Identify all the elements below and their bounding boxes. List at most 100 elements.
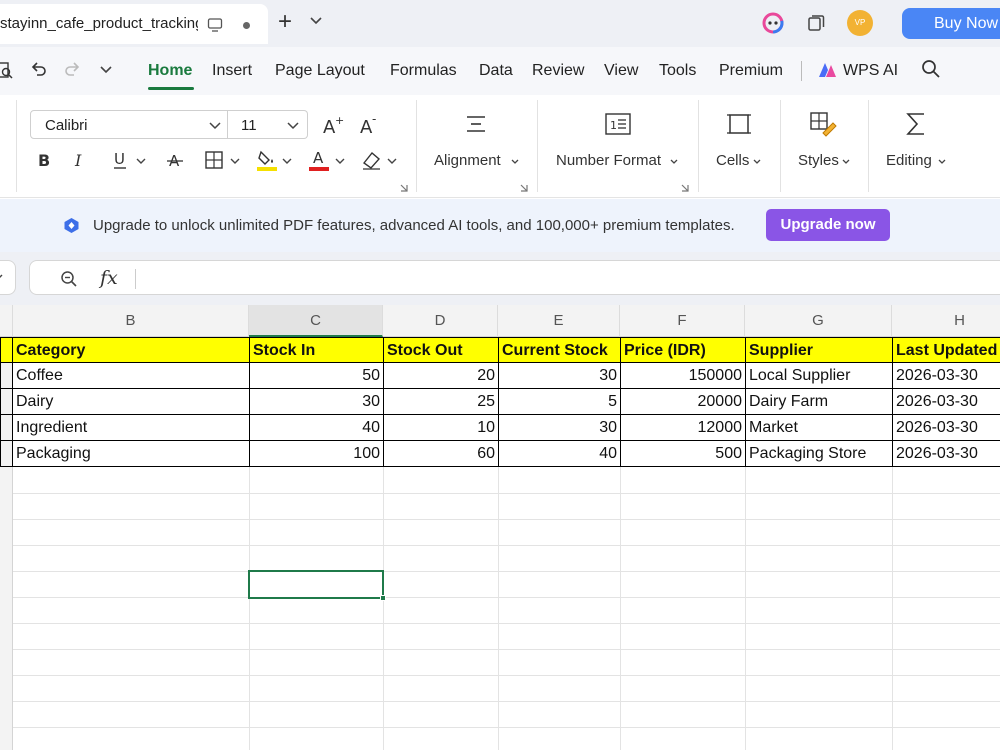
table-cell[interactable]: Dairy Farm bbox=[745, 389, 893, 415]
chevron-down-icon[interactable] bbox=[335, 158, 345, 165]
table-cell[interactable]: Packaging Store bbox=[745, 441, 893, 467]
table-cell[interactable]: 50 bbox=[249, 363, 384, 389]
print-preview-icon[interactable] bbox=[0, 60, 14, 80]
table-cell[interactable]: 2026-03-30 bbox=[892, 415, 1000, 441]
clear-format-eraser-icon[interactable] bbox=[360, 149, 382, 171]
table-cell[interactable]: 40 bbox=[498, 441, 621, 467]
bold-icon[interactable]: B bbox=[36, 151, 52, 169]
column-header-b[interactable]: B bbox=[13, 305, 249, 337]
header-cell-category[interactable]: Category bbox=[12, 337, 250, 363]
name-box[interactable] bbox=[0, 260, 16, 295]
header-cell-last-updated[interactable]: Last Updated bbox=[892, 337, 1000, 363]
styles-group-label[interactable]: Styles bbox=[798, 152, 839, 169]
column-header-g[interactable]: G bbox=[745, 305, 892, 337]
menu-wps-ai[interactable]: WPS AI bbox=[843, 62, 898, 80]
alignment-dialog-launcher-icon[interactable] bbox=[520, 184, 528, 192]
table-cell[interactable]: Coffee bbox=[12, 363, 250, 389]
table-cell[interactable]: 25 bbox=[383, 389, 499, 415]
increase-font-size-icon[interactable]: A + bbox=[322, 114, 344, 136]
chevron-down-icon[interactable] bbox=[136, 158, 146, 165]
menu-premium[interactable]: Premium bbox=[719, 62, 783, 80]
cells-icon[interactable] bbox=[726, 111, 752, 137]
borders-icon[interactable] bbox=[204, 150, 224, 170]
user-avatar[interactable]: VP bbox=[847, 10, 873, 36]
buy-now-button[interactable]: Buy Now bbox=[902, 8, 1000, 39]
column-header-f[interactable]: F bbox=[620, 305, 745, 337]
underline-icon[interactable]: U bbox=[112, 150, 128, 170]
chevron-down-icon[interactable] bbox=[230, 158, 240, 165]
table-cell[interactable]: 20000 bbox=[620, 389, 746, 415]
table-cell[interactable]: 30 bbox=[498, 363, 621, 389]
search-icon[interactable] bbox=[921, 59, 941, 79]
chevron-down-icon[interactable] bbox=[282, 158, 292, 165]
header-cell-supplier[interactable]: Supplier bbox=[745, 337, 893, 363]
number-format-group-label[interactable]: Number Format bbox=[556, 152, 661, 169]
alignment-group-label[interactable]: Alignment bbox=[434, 152, 501, 169]
unsaved-dot-icon[interactable] bbox=[243, 22, 250, 29]
header-cell-price[interactable]: Price (IDR) bbox=[620, 337, 746, 363]
styles-icon[interactable] bbox=[809, 111, 837, 137]
table-cell[interactable]: 30 bbox=[498, 415, 621, 441]
menu-data[interactable]: Data bbox=[479, 62, 513, 80]
column-header-h[interactable]: H bbox=[892, 305, 1000, 337]
table-cell[interactable]: 100 bbox=[249, 441, 384, 467]
table-cell[interactable]: 2026-03-30 bbox=[892, 363, 1000, 389]
font-dialog-launcher-icon[interactable] bbox=[400, 184, 408, 192]
quick-access-chevron-icon[interactable] bbox=[99, 65, 113, 75]
header-cell-stock-in[interactable]: Stock In bbox=[249, 337, 384, 363]
new-tab-plus-icon[interactable]: + bbox=[278, 10, 292, 34]
sum-sigma-icon[interactable] bbox=[904, 111, 928, 137]
table-cell[interactable]: 40 bbox=[249, 415, 384, 441]
menu-home[interactable]: Home bbox=[148, 62, 192, 80]
upgrade-now-button[interactable]: Upgrade now bbox=[766, 209, 890, 241]
column-header-a[interactable] bbox=[0, 305, 13, 337]
table-cell[interactable]: 20 bbox=[383, 363, 499, 389]
table-cell[interactable]: 10 bbox=[383, 415, 499, 441]
undo-icon[interactable] bbox=[29, 60, 47, 78]
number-format-dialog-launcher-icon[interactable] bbox=[681, 184, 689, 192]
fill-color-icon[interactable] bbox=[256, 148, 278, 172]
fill-handle[interactable] bbox=[380, 595, 386, 601]
font-name-dropdown[interactable]: Calibri bbox=[30, 110, 228, 139]
column-header-e[interactable]: E bbox=[498, 305, 620, 337]
column-header-d[interactable]: D bbox=[383, 305, 498, 337]
zoom-search-icon[interactable] bbox=[60, 270, 78, 288]
table-cell[interactable]: 60 bbox=[383, 441, 499, 467]
font-size-dropdown[interactable]: 11 bbox=[228, 110, 308, 139]
column-header-c[interactable]: C bbox=[249, 305, 383, 337]
selected-cell[interactable] bbox=[248, 570, 384, 599]
table-cell[interactable]: 30 bbox=[249, 389, 384, 415]
strikethrough-icon[interactable]: A bbox=[166, 150, 184, 170]
table-cell[interactable]: 5 bbox=[498, 389, 621, 415]
cells-group-label[interactable]: Cells bbox=[716, 152, 749, 169]
decrease-font-size-icon[interactable]: A - bbox=[359, 114, 381, 136]
chevron-down-icon[interactable] bbox=[387, 158, 397, 165]
menu-insert[interactable]: Insert bbox=[212, 62, 252, 80]
copilot-icon[interactable] bbox=[762, 12, 784, 34]
menu-tools[interactable]: Tools bbox=[659, 62, 696, 80]
wps-ai-icon[interactable] bbox=[817, 61, 837, 79]
menu-review[interactable]: Review bbox=[532, 62, 584, 80]
italic-icon[interactable]: I bbox=[72, 151, 88, 169]
window-switch-icon[interactable] bbox=[806, 13, 826, 33]
font-color-icon[interactable]: A bbox=[308, 148, 330, 172]
table-cell[interactable]: 2026-03-30 bbox=[892, 389, 1000, 415]
table-cell[interactable]: 2026-03-30 bbox=[892, 441, 1000, 467]
tab-list-chevron-icon[interactable] bbox=[309, 16, 323, 26]
table-cell[interactable]: Market bbox=[745, 415, 893, 441]
number-format-icon[interactable]: 1 bbox=[605, 112, 631, 136]
monitor-icon[interactable] bbox=[207, 17, 223, 33]
menu-view[interactable]: View bbox=[604, 62, 638, 80]
redo-icon[interactable] bbox=[64, 60, 82, 78]
alignment-icon[interactable] bbox=[464, 112, 488, 136]
table-cell[interactable]: Dairy bbox=[12, 389, 250, 415]
header-cell-stock-out[interactable]: Stock Out bbox=[383, 337, 499, 363]
menu-page-layout[interactable]: Page Layout bbox=[275, 62, 365, 80]
table-cell[interactable]: Packaging bbox=[12, 441, 250, 467]
table-cell[interactable]: Ingredient bbox=[12, 415, 250, 441]
spreadsheet-grid[interactable]: B C D E F G H Category Stock In Stock Ou… bbox=[0, 305, 1000, 750]
header-cell-current-stock[interactable]: Current Stock bbox=[498, 337, 621, 363]
table-cell[interactable]: 12000 bbox=[620, 415, 746, 441]
table-cell[interactable]: 150000 bbox=[620, 363, 746, 389]
document-tab[interactable]: stayinn_cafe_product_tracking bbox=[0, 4, 268, 44]
